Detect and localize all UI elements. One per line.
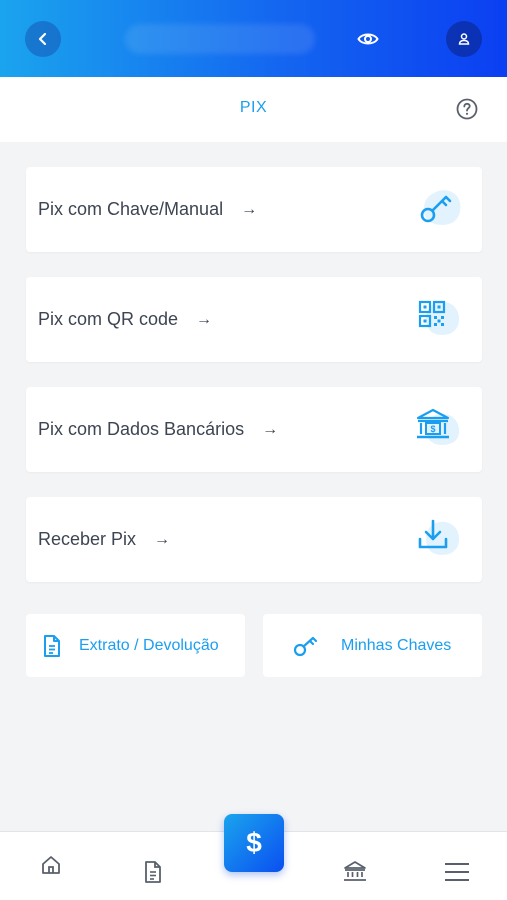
my-keys-button[interactable]: Minhas Chaves xyxy=(263,614,482,677)
statement-refund-label: Extrato / Devolução xyxy=(79,636,219,654)
svg-text:$: $ xyxy=(430,424,435,434)
card-label: Pix com QR code xyxy=(38,309,179,329)
card-label: Receber Pix xyxy=(38,529,137,549)
arrow-right-icon: → xyxy=(154,530,171,548)
arrow-right-icon: → xyxy=(262,420,279,438)
download-icon xyxy=(418,519,460,555)
bank-icon: $ xyxy=(416,408,460,445)
menu-icon[interactable] xyxy=(444,862,470,882)
pix-key-card[interactable]: Pix com Chave/Manual → xyxy=(26,167,482,252)
profile-button[interactable] xyxy=(446,21,482,57)
back-button[interactable] xyxy=(25,21,61,57)
card-label: Pix com Dados Bancários xyxy=(38,419,245,439)
arrow-right-icon: → xyxy=(196,310,213,328)
document-icon xyxy=(44,634,60,657)
pix-action-button[interactable]: $ xyxy=(224,814,284,872)
eye-icon xyxy=(357,33,379,45)
pix-bank-data-card[interactable]: Pix com Dados Bancários → $ xyxy=(26,387,482,472)
toggle-visibility-button[interactable] xyxy=(352,24,384,54)
top-bar xyxy=(0,0,507,77)
statement-icon[interactable] xyxy=(142,860,164,884)
arrow-right-icon: → xyxy=(241,200,258,218)
receive-pix-card[interactable]: Receber Pix → xyxy=(26,497,482,582)
help-icon[interactable] xyxy=(455,97,479,121)
chevron-left-icon xyxy=(38,32,47,46)
dollar-icon: $ xyxy=(246,827,262,858)
card-label: Pix com Chave/Manual xyxy=(38,199,224,219)
my-keys-label: Minhas Chaves xyxy=(341,636,452,654)
page-title: PIX xyxy=(239,99,268,116)
pix-qr-code-card[interactable]: Pix com QR code → xyxy=(26,277,482,362)
bank-icon[interactable] xyxy=(343,860,367,882)
qr-code-icon xyxy=(418,300,460,335)
hidden-balance xyxy=(125,24,315,54)
statement-refund-button[interactable]: Extrato / Devolução xyxy=(26,614,245,677)
key-icon xyxy=(293,636,318,656)
page-header: PIX xyxy=(0,77,507,142)
home-icon[interactable] xyxy=(40,854,62,876)
user-icon xyxy=(458,33,470,45)
key-icon xyxy=(420,190,461,225)
